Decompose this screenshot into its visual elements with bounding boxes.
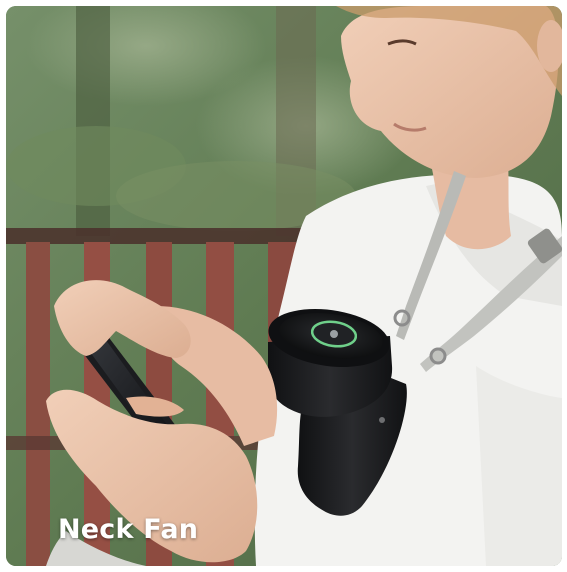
product-photo: Neck Fan <box>6 6 562 566</box>
caption-label: Neck Fan <box>58 514 199 545</box>
neck-fan-lifestyle-image <box>6 6 562 566</box>
